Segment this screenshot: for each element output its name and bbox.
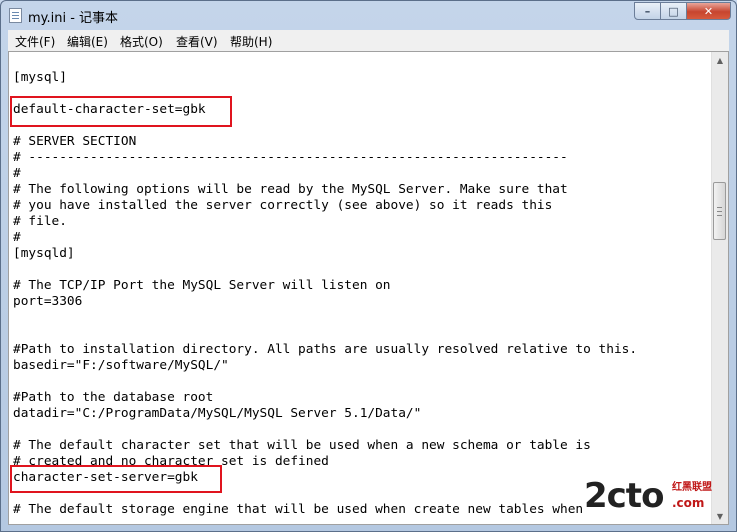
watermark-domain: .com (672, 496, 705, 510)
vertical-scrollbar[interactable]: ▲ ▼ (711, 52, 728, 524)
text-line: basedir="F:/software/MySQL/" (13, 358, 229, 373)
close-button[interactable]: ✕ (687, 2, 731, 20)
watermark-cn-text: 红黑联盟 (672, 482, 712, 493)
text-line: # SERVER SECTION (13, 134, 137, 149)
window-controls: – □ ✕ (634, 2, 731, 20)
scroll-thumb[interactable] (713, 182, 726, 240)
text-line: datadir="C:/ProgramData/MySQL/MySQL Serv… (13, 406, 422, 421)
text-line: port=3306 (13, 294, 83, 309)
text-line: [mysql] (13, 70, 67, 85)
text-line: # The default character set that will be… (13, 438, 591, 453)
grip-icon (717, 207, 722, 216)
notepad-window: my.ini - 记事本 – □ ✕ 文件(F) 编辑(E) 格式(O) 查看(… (0, 0, 737, 532)
text-line: # file. (13, 214, 67, 229)
scroll-up-icon[interactable]: ▲ (712, 52, 728, 68)
text-line: # The following options will be read by … (13, 182, 568, 197)
highlight-box-default-charset (10, 96, 232, 127)
menu-bar: 文件(F) 编辑(E) 格式(O) 查看(V) 帮助(H) (8, 30, 729, 52)
text-line: # The TCP/IP Port the MySQL Server will … (13, 278, 391, 293)
text-area[interactable]: [mysql] default-character-set=gbk # SERVER… (8, 51, 729, 525)
watermark-brand: 2cto (584, 476, 664, 516)
title-bar[interactable]: my.ini - 记事本 – □ ✕ (1, 1, 736, 29)
watermark-logo: 2cto 红黑联盟 .com (584, 476, 724, 518)
menu-edit[interactable]: 编辑(E) (67, 33, 108, 50)
menu-format[interactable]: 格式(O) (120, 33, 163, 50)
text-line: [mysqld] (13, 246, 75, 261)
window-title: my.ini - 记事本 (28, 11, 119, 26)
menu-help[interactable]: 帮助(H) (230, 33, 272, 50)
text-line: # (13, 230, 21, 245)
text-line: # The default storage engine that will b… (13, 502, 584, 517)
text-line: #Path to installation directory. All pat… (13, 342, 638, 357)
maximize-button[interactable]: □ (661, 2, 687, 20)
minimize-button[interactable]: – (634, 2, 661, 20)
notepad-icon (9, 8, 22, 23)
text-line: #Path to the database root (13, 390, 214, 405)
menu-view[interactable]: 查看(V) (176, 33, 218, 50)
menu-file[interactable]: 文件(F) (15, 33, 55, 50)
highlight-box-server-charset (10, 465, 222, 493)
text-line: # (13, 166, 21, 181)
text-line: # you have installed the server correctl… (13, 198, 553, 213)
text-line: # --------------------------------------… (13, 150, 568, 165)
